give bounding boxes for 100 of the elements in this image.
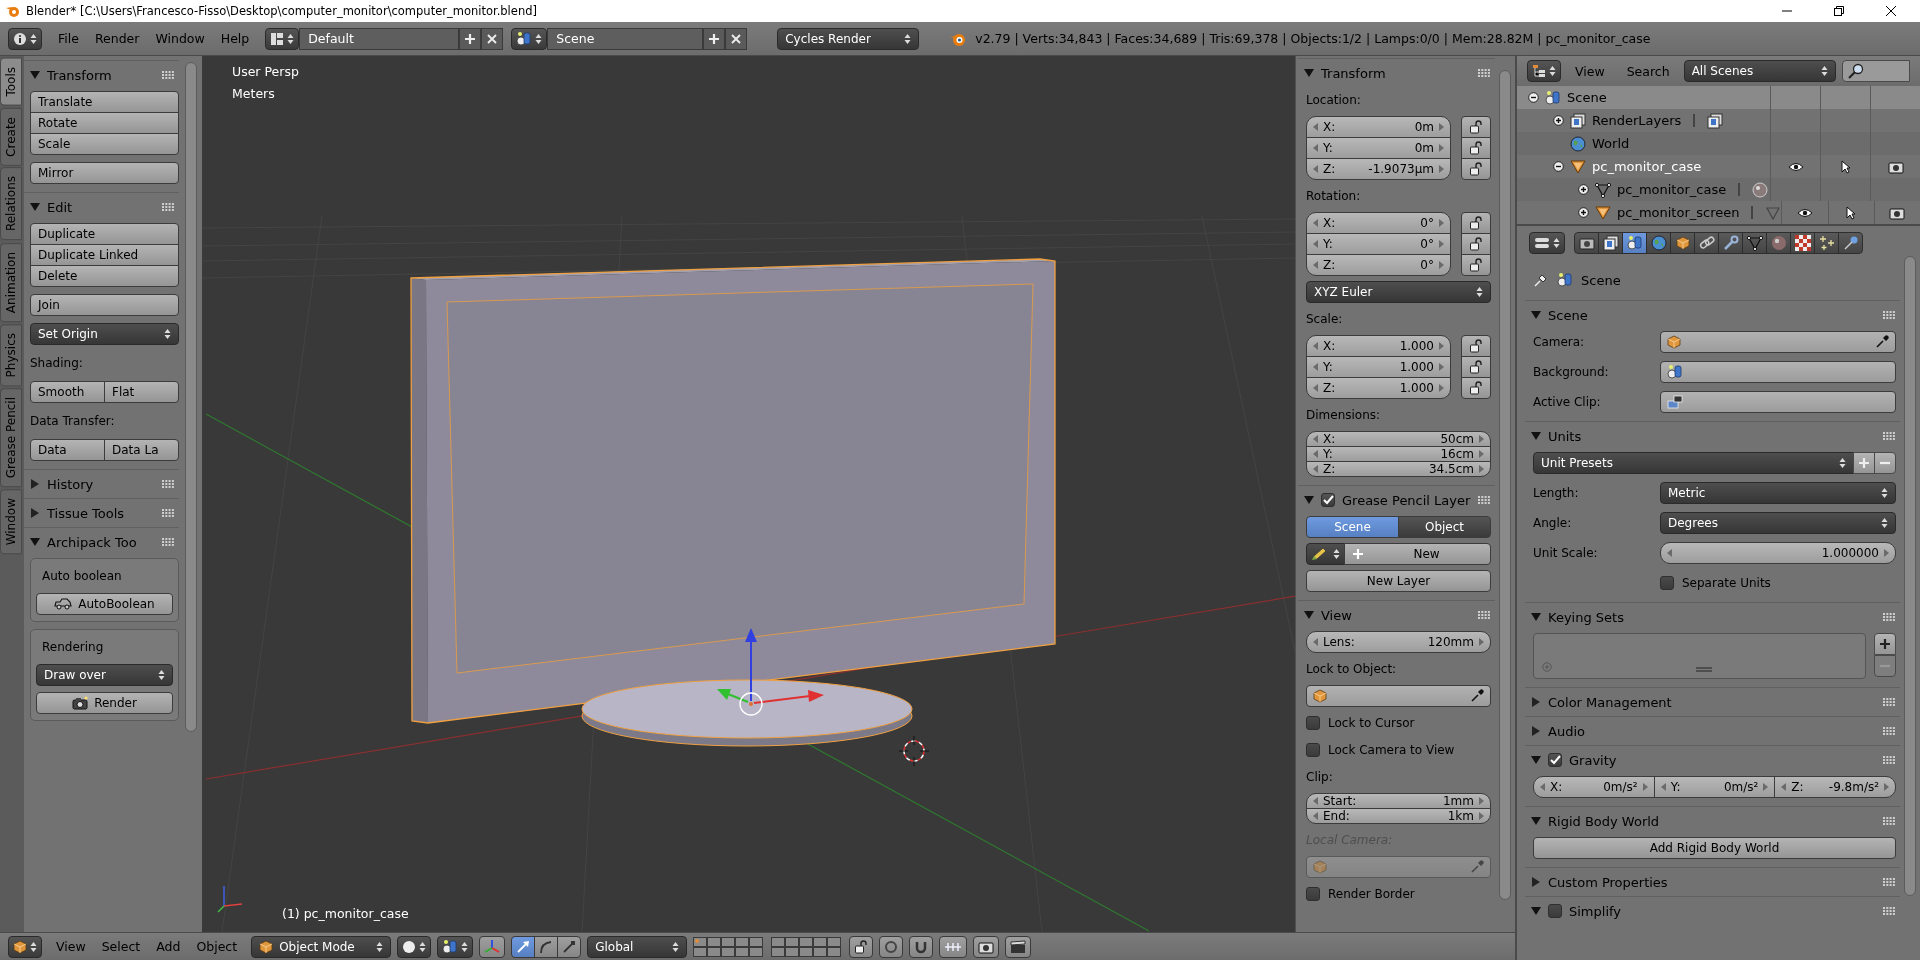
scene-field[interactable]: Scene [547,27,704,50]
tool-button[interactable]: Join [30,294,179,316]
add-button[interactable] [703,27,726,50]
panel-header[interactable]: Custom Properties [1525,868,1900,896]
pencil-dropdown[interactable] [1306,543,1345,565]
editor-type-button[interactable] [8,935,42,958]
number-field[interactable]: X: 50cm [1306,431,1491,447]
number-field[interactable]: Y: 0m/s² [1653,776,1776,798]
dropdown[interactable]: Degrees [1660,512,1896,534]
menu-item[interactable]: Help [212,31,258,46]
editor-type-button[interactable] [1529,232,1565,254]
manipulator-toggle[interactable] [479,935,506,958]
menu-item[interactable]: Window [147,31,213,46]
tool-button[interactable]: Delete [30,265,179,287]
lock-button[interactable] [1461,254,1491,276]
tool-button[interactable]: Data [30,439,105,461]
number-field[interactable]: 1.000000 [1660,542,1896,564]
menu-item[interactable]: View [48,939,94,954]
lock-button[interactable] [1461,377,1491,399]
push-button[interactable]: Add Rigid Body World [1533,837,1896,859]
dropdown[interactable]: Unit Presets [1533,452,1854,474]
side-tab[interactable]: Relations [0,167,22,241]
add-button[interactable] [459,27,482,50]
panel-header[interactable]: Transform [1298,59,1495,87]
display-mode-dropdown[interactable]: All Scenes [1683,60,1836,82]
new-button[interactable]: New [1344,543,1491,565]
panel-header[interactable]: Audio [1525,717,1900,745]
number-field[interactable]: Lens: 120mm [1306,631,1491,653]
push-button[interactable]: New Layer [1306,570,1491,592]
snap-button[interactable] [909,935,934,958]
panel-header[interactable]: Keying Sets [1525,603,1900,631]
panel-header[interactable]: Scene [1525,301,1900,329]
context-tab[interactable] [1574,232,1599,254]
side-tab[interactable]: Grease Pencil [0,388,22,488]
panel-header[interactable]: Archipack Too [24,528,179,556]
lock-button[interactable] [1461,158,1491,180]
dropdown[interactable]: Metric [1660,482,1896,504]
lock-camera-button[interactable] [849,935,874,958]
context-tab[interactable] [1694,232,1719,254]
outliner-row[interactable]: pc_monitor_case [1517,155,1920,178]
checkbox[interactable] [1321,493,1335,507]
tool-button[interactable]: Flat [104,381,179,403]
number-field[interactable]: End: 1km [1306,808,1491,824]
panel-header[interactable]: Simplify [1525,897,1900,925]
object-field[interactable] [1660,391,1896,413]
panel-header[interactable]: History [24,470,179,498]
menu-item[interactable]: Add [148,939,189,954]
menu-item[interactable]: Object [188,939,246,954]
outliner-row[interactable]: Scene [1517,86,1920,109]
tool-button[interactable]: Translate [30,91,179,113]
tool-button[interactable]: Smooth [30,381,105,403]
menu-item[interactable]: Select [93,939,149,954]
object-field[interactable] [1306,685,1491,707]
remove-button[interactable] [725,27,748,50]
proportional-button[interactable] [879,935,904,958]
add-button[interactable] [1874,633,1896,655]
remove-button[interactable] [481,27,504,50]
dropdown[interactable]: Set Origin [30,323,179,345]
tool-button[interactable]: Duplicate [30,223,179,245]
tool-button[interactable]: Scale [30,133,179,155]
side-tab[interactable]: Animation [0,242,22,322]
outliner-row[interactable]: RenderLayers [1517,109,1920,132]
checkbox[interactable] [1660,576,1674,590]
number-field[interactable]: X: 0m/s² [1533,776,1655,798]
number-field[interactable]: Y: 1.000 [1306,356,1451,378]
object-field[interactable] [1660,361,1896,383]
number-field[interactable]: X: 0m [1306,116,1451,138]
outliner-row[interactable]: pc_monitor_screen [1517,201,1920,224]
panel-header[interactable]: Transform [24,61,179,89]
panel-header[interactable]: Grease Pencil Layer [1298,486,1495,514]
menu-item[interactable]: Render [86,31,148,46]
panel-header[interactable]: Tissue Tools [24,499,179,527]
toggle-button[interactable]: Object [1398,516,1491,538]
context-tab[interactable] [1718,232,1743,254]
lock-button[interactable] [1461,233,1491,255]
search-field[interactable] [1841,60,1910,82]
side-tab[interactable]: Window [0,489,22,555]
add-button[interactable] [1853,452,1875,474]
pivot-dropdown[interactable] [437,935,474,958]
tool-button[interactable]: Mirror [30,162,179,184]
tool-button[interactable]: Duplicate Linked [30,244,179,266]
menu-item[interactable]: Search [1618,63,1678,79]
tool-button[interactable]: Rotate [30,112,179,134]
context-tab[interactable] [1814,232,1839,254]
number-field[interactable]: Z: 34.5cm [1306,461,1491,477]
number-field[interactable]: Z: 1.000 [1306,377,1451,399]
checkbox[interactable] [1306,743,1320,757]
number-field[interactable]: Y: 0m [1306,137,1451,159]
remove-button[interactable] [1874,452,1896,474]
lock-button[interactable] [1461,356,1491,378]
tool-button[interactable]: AutoBoolean [36,593,173,615]
side-tab[interactable]: Tools [0,58,22,106]
side-tab[interactable]: Create [0,107,22,166]
mode-dropdown[interactable]: Object Mode [251,935,392,958]
render-button[interactable] [973,935,1000,958]
panel-header[interactable]: View [1298,601,1495,629]
snap-element-button[interactable] [939,935,968,958]
context-tab[interactable] [1766,232,1791,254]
object-field[interactable] [1660,331,1896,353]
context-tab[interactable] [1742,232,1767,254]
